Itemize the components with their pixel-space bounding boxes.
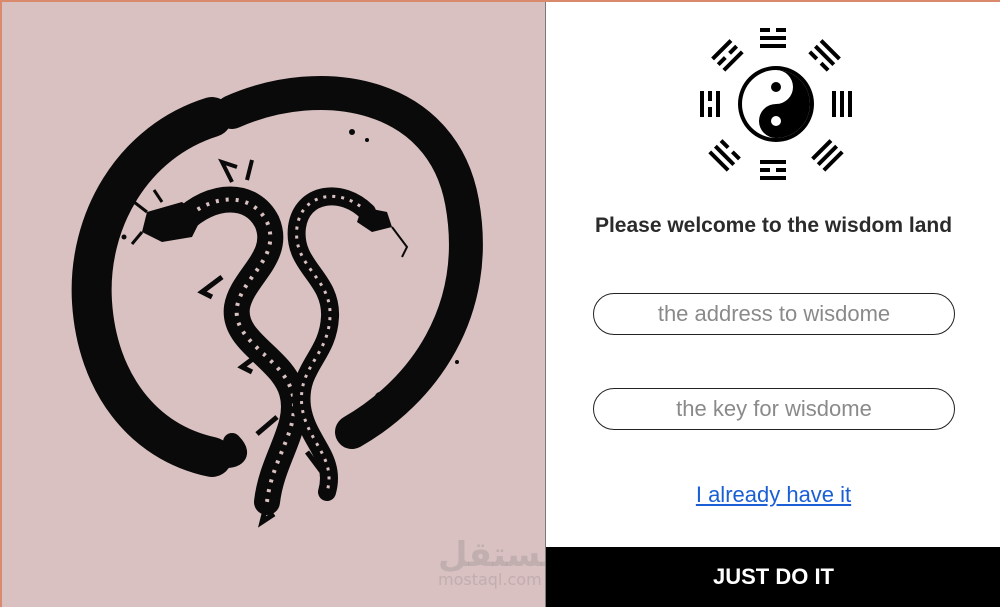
hero-panel: مستقل mostaql.com: [2, 2, 561, 607]
watermark: مستقل mostaql.com: [438, 538, 562, 588]
enso-dragon-icon: [71, 76, 483, 528]
key-input[interactable]: [593, 388, 955, 430]
just-do-it-button[interactable]: JUST DO IT: [546, 547, 1000, 607]
form-panel: Please welcome to the wisdom land I alre…: [545, 2, 1000, 607]
welcome-heading: Please welcome to the wisdom land: [594, 214, 953, 237]
watermark-logo-text: مستقل: [438, 535, 563, 575]
bagua-yin-yang-icon: [700, 28, 852, 180]
already-have-it-row: I already have it: [546, 482, 1000, 508]
address-input[interactable]: [593, 293, 955, 335]
already-have-it-link[interactable]: I already have it: [696, 482, 851, 507]
login-screen: مستقل mostaql.com Please welcome to the …: [0, 0, 1000, 607]
